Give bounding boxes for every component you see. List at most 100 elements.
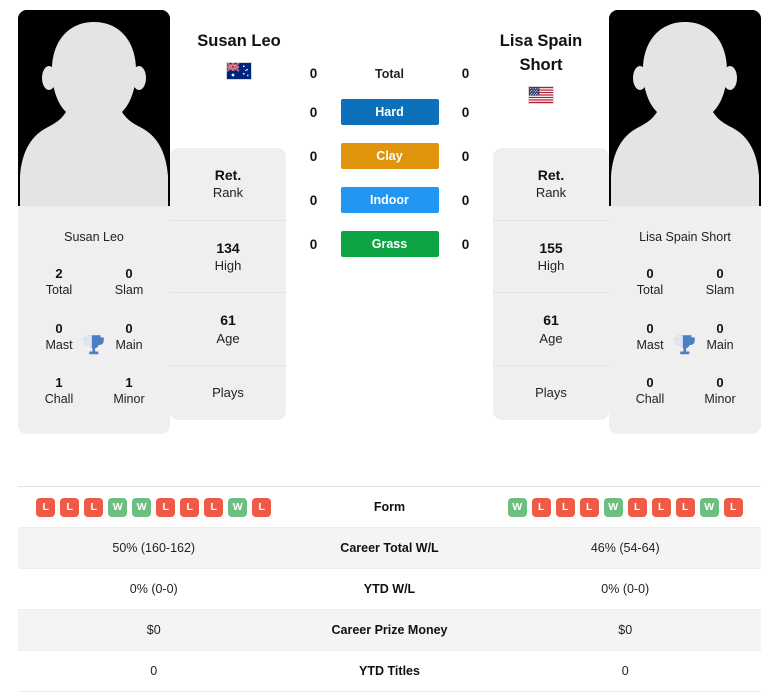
left-rank-label: Rank [212,185,244,201]
left-trophy-minor: 1 Minor [94,365,164,420]
form-badge-loss[interactable]: L [180,497,200,517]
left-player-header: Susan Leo [174,30,304,80]
right-rank-row: Ret. Rank [493,148,609,221]
left-plays-row: Plays [170,366,286,420]
stat-label-ytd-titles: YTD Titles [359,664,420,678]
stat-row-ytd-titles: 0 YTD Titles 0 [18,651,761,692]
left-trophy-total-value: 2 [55,266,63,281]
form-badge-win[interactable]: W [699,497,719,517]
right-trophy-grid: 0 Total 0 Slam 0 Mast 0 Main 0 Chall 0 M… [609,256,761,434]
h2h-hard-cell: Hard [340,99,439,125]
stats-comparison-table: LLLWWLLLWL Form WLLLWLLLWL 50% (160-162)… [18,486,761,692]
form-badge-loss[interactable]: L [156,497,176,517]
right-trophy-minor-label: Minor [704,392,736,407]
right-trophy-chall-value: 0 [646,375,654,390]
left-trophy-chall-label: Chall [44,392,74,407]
left-high-label: High [214,257,242,273]
left-trophy-total-label: Total [45,283,73,298]
h2h-indoor-left: 0 [309,192,318,208]
right-player-photo [609,10,761,218]
left-trophy-slam-label: Slam [114,283,144,298]
right-trophy-slam-label: Slam [705,283,735,298]
stat-label-career-prize-money: Career Prize Money [331,623,448,637]
right-player-header: Lisa Spain Short [476,30,606,104]
left-trophy-chall-value: 1 [55,375,63,390]
left-trophy-slam-value: 0 [125,266,133,281]
form-badge-win[interactable]: W [228,497,248,517]
h2h-grass-right: 0 [461,236,470,252]
left-career-prize-money: $0 [146,623,161,637]
form-badge-loss[interactable]: L [204,497,224,517]
form-badge-loss[interactable]: L [555,497,575,517]
trophy-icon [83,335,104,354]
right-ranking-card: Ret. Rank 155 High 61 Age Plays [493,148,609,420]
left-rank-row: Ret. Rank [170,148,286,221]
left-trophy-minor-value: 1 [125,375,133,390]
right-photo-caption: Lisa Spain Short [639,230,731,244]
h2h-clay-left: 0 [309,148,318,164]
form-badge-loss[interactable]: L [36,497,56,517]
usa-flag-icon [528,85,554,104]
right-plays-row: Plays [493,366,609,420]
head-to-head-column: 0 Total 0 0 Hard 0 0 Clay 0 0 Indoor 0 0… [286,10,493,257]
right-ytd-wl: 0% (0-0) [601,582,650,596]
form-badge-win[interactable]: W [507,497,527,517]
h2h-row-hard: 0 Hard 0 [286,99,493,125]
form-badge-loss[interactable]: L [627,497,647,517]
h2h-grass-cell: Grass [340,231,439,257]
form-badge-loss[interactable]: L [579,497,599,517]
stat-row-career-total-wl: 50% (160-162) Career Total W/L 46% (54-6… [18,528,761,569]
right-trophy-slam-value: 0 [716,266,724,281]
surface-pill-hard[interactable]: Hard [340,99,439,125]
form-badge-win[interactable]: W [108,497,128,517]
right-rank-value: Ret. [537,167,565,183]
right-trophy-slam: 0 Slam [685,256,755,311]
right-trophy-minor-value: 0 [716,375,724,390]
right-plays-label: Plays [535,385,567,401]
left-high-value: 134 [216,239,240,256]
stat-label-career-total-wl: Career Total W/L [340,541,439,555]
form-badge-loss[interactable]: L [723,497,743,517]
right-high-row: 155 High [493,221,609,294]
right-rank-label: Rank [535,185,567,201]
form-badge-loss[interactable]: L [252,497,272,517]
right-form-badges: WLLLWLLLWL [490,497,762,517]
right-player-name: Lisa Spain Short [499,32,583,74]
right-trophy-minor: 0 Minor [685,365,755,420]
stat-row-career-prize-money: $0 Career Prize Money $0 [18,610,761,651]
left-trophy-minor-label: Minor [113,392,145,407]
h2h-total-label: Total [375,66,404,81]
left-rank-value: Ret. [214,167,242,183]
surface-pill-clay[interactable]: Clay [340,143,439,169]
right-age-row: 61 Age [493,293,609,367]
surface-pill-indoor[interactable]: Indoor [340,187,439,213]
left-player-photo-card: Susan Leo 2 Total 0 Slam 0 Mast 0 Main 1… [18,10,170,434]
left-trophy-slam: 0 Slam [94,256,164,311]
form-badge-loss[interactable]: L [675,497,695,517]
form-badge-loss[interactable]: L [651,497,671,517]
h2h-row-grass: 0 Grass 0 [286,231,493,257]
person-silhouette-icon [609,10,761,218]
right-career-prize-money: $0 [618,623,633,637]
right-age-label: Age [539,330,563,346]
h2h-indoor-cell: Indoor [340,187,439,213]
right-high-value: 155 [539,239,563,256]
left-trophy-grid: 2 Total 0 Slam 0 Mast 0 Main 1 Chall 1 M… [18,256,170,434]
right-trophy-total-value: 0 [646,266,654,281]
right-high-label: High [537,257,565,273]
h2h-row-total: 0 Total 0 [286,66,493,81]
h2h-row-indoor: 0 Indoor 0 [286,187,493,213]
right-trophy-chall: 0 Chall [615,365,685,420]
form-badge-loss[interactable]: L [531,497,551,517]
stat-row-ytd-wl: 0% (0-0) YTD W/L 0% (0-0) [18,569,761,610]
surface-pill-grass[interactable]: Grass [340,231,439,257]
form-badge-win[interactable]: W [132,497,152,517]
right-trophy-chall-label: Chall [635,392,665,407]
right-trophy-total: 0 Total [615,256,685,311]
form-badge-win[interactable]: W [603,497,623,517]
form-badge-loss[interactable]: L [84,497,104,517]
form-badge-loss[interactable]: L [60,497,80,517]
person-silhouette-icon [18,10,170,218]
stat-label-ytd-wl: YTD W/L [363,582,416,596]
comparison-header-area: Susan Leo 2 Total 0 Slam 0 Mast 0 Main 1… [0,0,779,470]
